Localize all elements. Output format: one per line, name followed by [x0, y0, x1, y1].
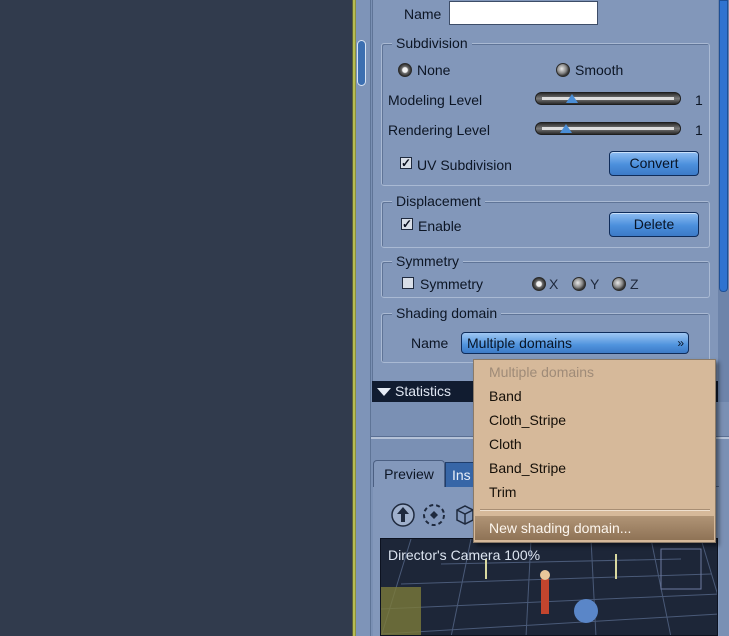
menu-separator	[480, 509, 710, 511]
symmetry-x-radio[interactable]	[532, 277, 546, 291]
viewport-area[interactable]	[0, 0, 352, 636]
panel-gutter	[356, 0, 371, 636]
displacement-enable-label: Enable	[418, 218, 462, 234]
triangle-down-icon	[377, 388, 391, 396]
rendering-level-value: 1	[695, 122, 703, 138]
displacement-enable-checkbox[interactable]: ✓	[401, 218, 413, 230]
symmetry-checkbox[interactable]	[402, 277, 414, 289]
symmetry-label: Symmetry	[420, 276, 483, 292]
subdivision-none-label: None	[417, 62, 451, 78]
symmetry-title: Symmetry	[392, 253, 463, 269]
convert-button[interactable]: Convert	[609, 151, 699, 176]
modeling-level-label: Modeling Level	[388, 92, 483, 108]
shading-name-label: Name	[411, 335, 449, 351]
move-up-icon[interactable]	[390, 502, 416, 528]
symmetry-z-radio[interactable]	[612, 277, 626, 291]
displacement-title: Displacement	[392, 193, 485, 209]
menu-item-new-shading-domain-label: New shading domain...	[489, 520, 632, 536]
subdivision-smooth-label: Smooth	[575, 62, 624, 78]
panel-scrollbar-thumb[interactable]	[719, 0, 728, 292]
menu-item-band-stripe[interactable]: Band_Stripe	[489, 460, 566, 476]
shading-domain-menu: Multiple domains Band Cloth_Stripe Cloth…	[473, 359, 716, 543]
symmetry-y-radio[interactable]	[572, 277, 586, 291]
name-label: Name	[404, 6, 442, 22]
symmetry-z-label: Z	[630, 276, 639, 292]
collapse-handle[interactable]	[357, 40, 366, 86]
uv-subdivision-label: UV Subdivision	[417, 157, 512, 173]
orbit-icon[interactable]	[421, 502, 447, 528]
chevron-down-icon: »	[677, 336, 684, 350]
subdivision-title: Subdivision	[392, 35, 472, 51]
symmetry-y-label: Y	[590, 276, 600, 292]
menu-item-cloth-stripe[interactable]: Cloth_Stripe	[489, 412, 566, 428]
modeling-level-value: 1	[695, 92, 703, 108]
menu-item-multiple-domains: Multiple domains	[489, 364, 595, 380]
menu-item-cloth[interactable]: Cloth	[489, 436, 522, 452]
menu-item-trim[interactable]: Trim	[489, 484, 516, 500]
modeling-level-slider[interactable]	[535, 92, 681, 105]
tab-preview[interactable]: Preview	[373, 460, 445, 487]
name-field[interactable]	[449, 1, 598, 25]
statistics-label: Statistics	[395, 383, 452, 399]
delete-button[interactable]: Delete	[609, 212, 699, 237]
rendering-level-label: Rendering Level	[388, 122, 490, 138]
subdivision-smooth-radio[interactable]	[556, 63, 570, 77]
subdivision-none-radio[interactable]	[398, 63, 412, 77]
menu-item-band[interactable]: Band	[489, 388, 522, 404]
camera-label: Director's Camera 100%	[388, 547, 541, 563]
shading-domain-value: Multiple domains	[467, 335, 573, 351]
symmetry-x-label: X	[549, 276, 559, 292]
uv-subdivision-checkbox[interactable]: ✓	[400, 157, 412, 169]
shading-domain-select[interactable]: Multiple domains »	[461, 332, 689, 354]
rendering-level-slider[interactable]	[535, 122, 681, 135]
tab-inspector[interactable]: Ins	[445, 462, 475, 487]
shading-domain-title: Shading domain	[392, 305, 502, 321]
